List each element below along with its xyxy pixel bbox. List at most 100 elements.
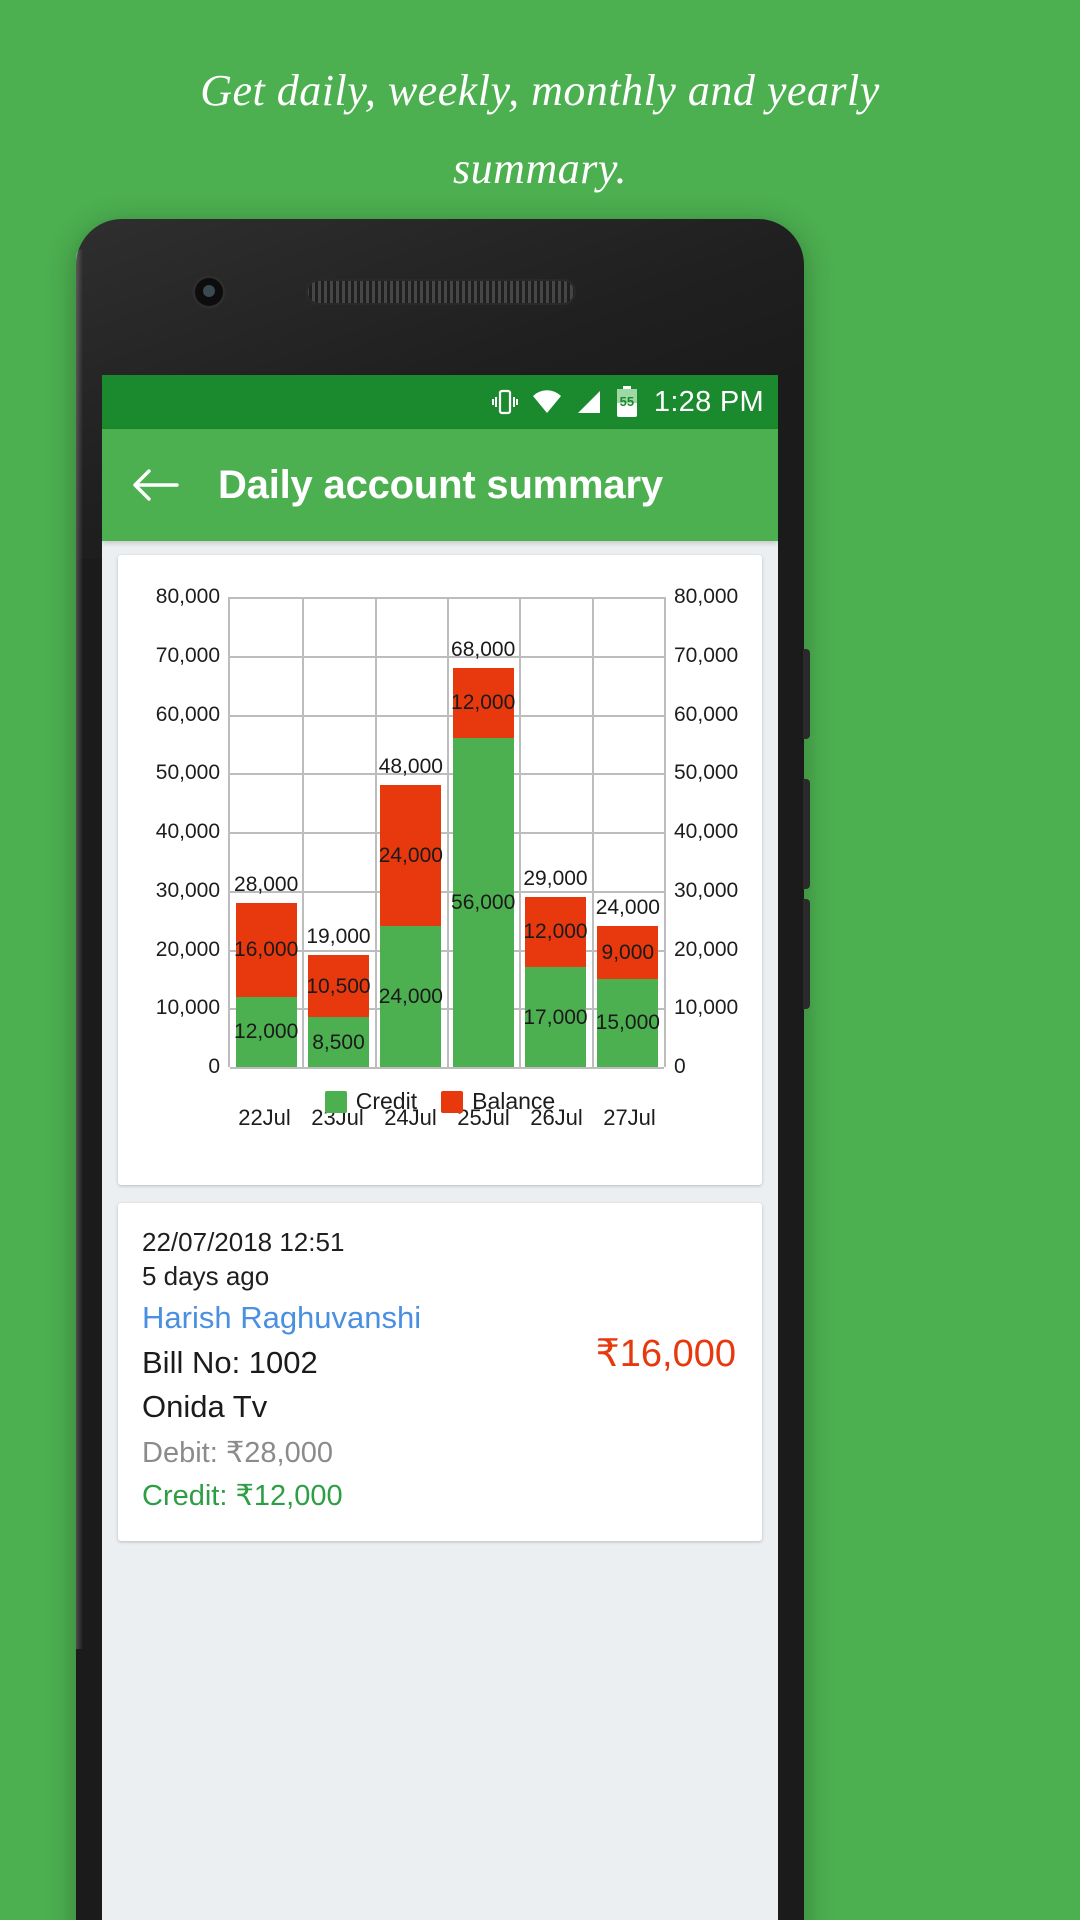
bar-segment-balance[interactable]: 16,000: [234, 902, 299, 997]
y-axis-tick-label: 50,000: [155, 761, 220, 785]
promo-background: Get daily, weekly, monthly and yearly su…: [0, 0, 1080, 1920]
legend-label: Balance: [472, 1088, 556, 1114]
promo-headline-line-1: Get daily, weekly, monthly and yearly: [200, 66, 880, 115]
bar-stack[interactable]: 10,500 8,500: [306, 955, 371, 1067]
wifi-icon: [532, 389, 562, 415]
legend-label: Credit: [355, 1088, 418, 1114]
y-axis-tick-label-right: 40,000: [674, 820, 739, 843]
chart-legend: Credit Balance: [128, 1088, 752, 1115]
y-axis-tick-label: 70,000: [155, 643, 220, 667]
y-axis-tick-label: 80,000: [155, 585, 220, 608]
promo-headline-line-2: summary.: [453, 144, 627, 193]
battery-level-label: 55: [619, 394, 635, 409]
bar-stack[interactable]: 16,000 12,000: [234, 902, 299, 1067]
bar-segment-balance[interactable]: 9,000: [597, 926, 659, 979]
content-scroll-area[interactable]: 80,000 70,000 60,000 50,000 40,000 30,000 20,0…: [102, 541, 778, 1920]
bar-segment-label: 12,000: [523, 920, 588, 944]
y-axis-tick-label-right: 70,000: [674, 643, 739, 667]
bar-segment-label: 9,000: [601, 940, 655, 964]
volume-up-button[interactable]: [803, 779, 810, 889]
promo-headline: Get daily, weekly, monthly and yearly su…: [0, 52, 1080, 208]
bar-segment-credit[interactable]: 15,000: [595, 978, 660, 1067]
transaction-amount: ₹16,000: [595, 1333, 736, 1375]
bar-total-label: 28,000: [234, 872, 299, 896]
bar-segment-label: 17,000: [523, 1005, 588, 1029]
back-arrow-icon[interactable]: [126, 456, 184, 514]
transaction-credit: Credit: ₹12,000: [142, 1479, 343, 1512]
bar-segment-label: 56,000: [451, 891, 516, 914]
bar-segment-credit[interactable]: 12,000: [234, 996, 299, 1067]
chart-card: 80,000 70,000 60,000 50,000 40,000 30,000 20,0…: [118, 555, 762, 1185]
bar-segment-label: 12,000: [451, 691, 516, 715]
bar-column[interactable]: 24,000 24,000 48,000: [375, 597, 447, 1067]
bar-stack[interactable]: 24,000 24,000: [378, 785, 443, 1067]
bar-column[interactable]: 12,000 56,000 68,000: [447, 597, 519, 1067]
y-axis-right: 80,000 70,000 60,000 50,000 40,000 30,000 20,0…: [674, 565, 752, 1123]
status-bar: 55 1:28 PM: [102, 375, 778, 429]
y-axis-tick-label: 10,000: [155, 996, 220, 1020]
bar-total-label: 24,000: [595, 896, 660, 919]
legend-swatch: [441, 1090, 464, 1113]
y-axis-tick-label-right: 80,000: [674, 585, 739, 608]
y-axis-tick-label-right: 0: [674, 1055, 686, 1078]
grid-line-horizontal: [230, 1067, 664, 1069]
bar-segment-balance[interactable]: 12,000: [523, 896, 588, 968]
y-axis-left: 80,000 70,000 60,000 50,000 40,000 30,000 20,0…: [128, 565, 220, 1123]
phone-device: 55 1:28 PM Daily account summary 80,000 …: [76, 219, 810, 1920]
volume-down-button[interactable]: [803, 899, 810, 1009]
legend-item[interactable]: Credit: [324, 1088, 418, 1115]
transaction-relative-time: 5 days ago: [142, 1261, 270, 1292]
bar-segment-credit[interactable]: 56,000: [451, 738, 516, 1067]
bar-segment-balance[interactable]: 12,000: [451, 667, 516, 738]
bar-segment-label: 8,500: [312, 1030, 365, 1054]
bar-segment-balance[interactable]: 10,500: [306, 955, 371, 1018]
legend-item[interactable]: Balance: [441, 1088, 555, 1115]
earpiece-speaker: [306, 279, 576, 305]
y-axis-tick-label: 60,000: [155, 702, 220, 726]
bar-total-label: 29,000: [523, 866, 588, 890]
y-axis-tick-label: 40,000: [155, 820, 220, 843]
transaction-datetime: 22/07/2018 12:51: [142, 1227, 345, 1257]
bar-segment-label: 10,500: [306, 974, 371, 998]
phone-edge-highlight: [76, 249, 83, 1649]
bar-column[interactable]: 9,000 15,000 24,000: [592, 597, 664, 1067]
vibrate-icon: [491, 387, 518, 417]
bar-segment-credit[interactable]: 24,000: [378, 926, 443, 1067]
bar-segment-label: 24,000: [378, 844, 443, 867]
transaction-debit: Debit: ₹28,000: [142, 1437, 333, 1470]
bar-total-label: 68,000: [451, 637, 516, 661]
power-button[interactable]: [803, 649, 810, 739]
bar-segment-credit[interactable]: 8,500: [308, 1017, 369, 1067]
transaction-card[interactable]: 22/07/2018 12:51 5 days ago Harish Raghu…: [118, 1203, 762, 1541]
y-axis-tick-label: 0: [208, 1055, 220, 1078]
bar-column[interactable]: 16,000 12,000 28,000: [230, 597, 302, 1067]
bar-total-label: 19,000: [306, 925, 371, 949]
y-axis-tick-label-right: 30,000: [674, 878, 739, 902]
bar-stack[interactable]: 9,000 15,000: [595, 926, 660, 1067]
y-axis-tick-label-right: 60,000: [674, 702, 739, 726]
status-bar-clock: 1:28 PM: [653, 385, 764, 418]
front-camera-icon: [192, 275, 226, 309]
cell-signal-icon: [576, 389, 602, 415]
bar-segment-label: 15,000: [595, 1011, 660, 1035]
bar-segment-label: 24,000: [378, 985, 443, 1008]
phone-screen: 55 1:28 PM Daily account summary 80,000 …: [102, 375, 778, 1920]
plot-box: 16,000 12,000 28,000 10,500 8,500 19,000 24,00…: [228, 597, 666, 1069]
plot-region: 16,000 12,000 28,000 10,500 8,500 19,000 24,00…: [228, 565, 666, 1123]
y-axis-tick-label: 30,000: [155, 878, 220, 902]
bar-segment-balance[interactable]: 24,000: [378, 785, 443, 926]
bar-column[interactable]: 12,000 17,000 29,000: [519, 597, 591, 1067]
y-axis-tick-label-right: 10,000: [674, 996, 739, 1020]
bar-segment-credit[interactable]: 17,000: [523, 967, 588, 1067]
y-axis-tick-label-right: 20,000: [674, 937, 739, 961]
bar-total-label: 48,000: [378, 755, 443, 778]
bar-segment-label: 12,000: [234, 1020, 299, 1044]
legend-swatch: [324, 1090, 347, 1113]
app-bar: Daily account summary: [102, 429, 778, 541]
bar-column[interactable]: 10,500 8,500 19,000: [302, 597, 374, 1067]
bar-stack[interactable]: 12,000 56,000: [451, 667, 516, 1067]
page-title: Daily account summary: [218, 462, 663, 507]
bar-segment-label: 16,000: [234, 938, 299, 961]
bar-stack[interactable]: 12,000 17,000: [523, 896, 588, 1067]
transaction-item-name: Onida Tv: [142, 1389, 268, 1425]
